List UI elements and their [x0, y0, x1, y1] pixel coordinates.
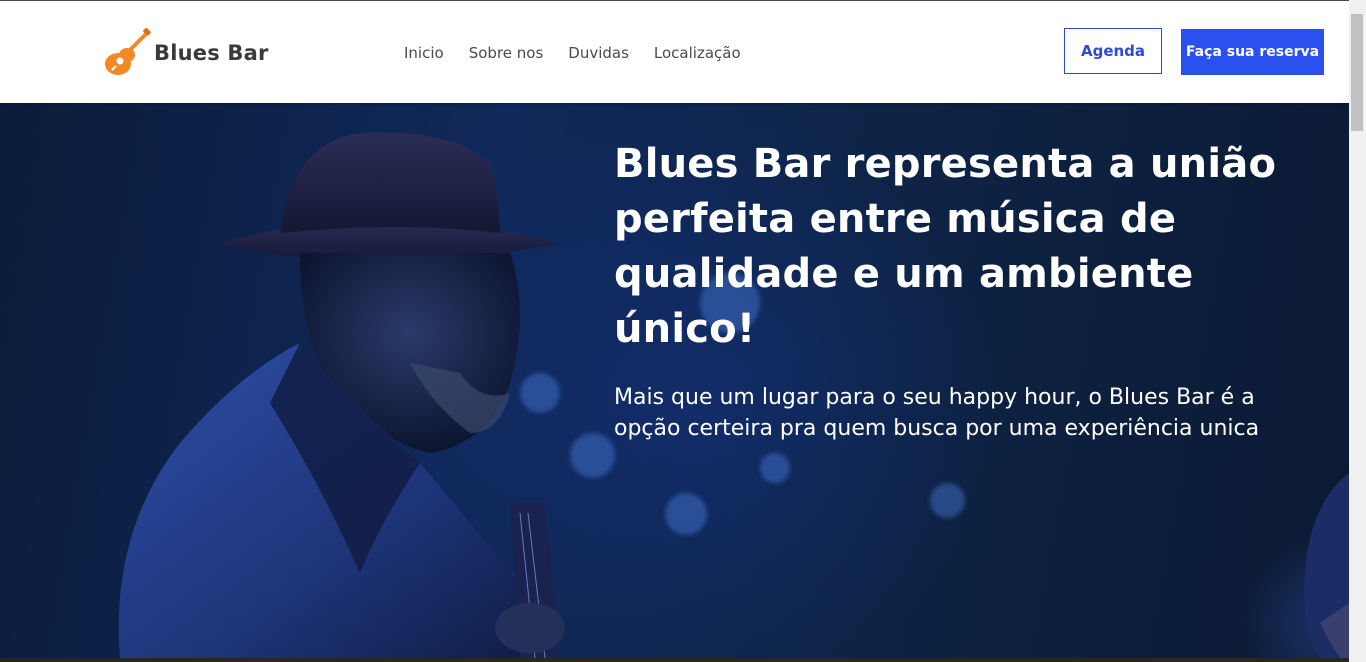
brand-name: Blues Bar: [154, 41, 269, 65]
reserve-button[interactable]: Faça sua reserva: [1181, 29, 1324, 75]
brand-logo-link[interactable]: Blues Bar: [102, 27, 269, 78]
main-nav: Inicio Sobre nos Duvidas Localização: [404, 43, 766, 63]
vertical-scrollbar[interactable]: [1349, 0, 1366, 662]
hero-content: Blues Bar representa a união perfeita en…: [614, 137, 1294, 444]
navbar: Blues Bar Inicio Sobre nos Duvidas Local…: [0, 1, 1349, 103]
guitar-icon: [102, 27, 152, 78]
agenda-button[interactable]: Agenda: [1064, 28, 1162, 74]
nav-link-duvidas[interactable]: Duvidas: [568, 43, 629, 63]
hero-subtitle: Mais que um lugar para o seu happy hour,…: [614, 385, 1260, 441]
next-section-edge: [0, 658, 1349, 662]
nav-link-sobre-nos[interactable]: Sobre nos: [469, 43, 544, 63]
nav-link-inicio[interactable]: Inicio: [404, 43, 444, 63]
hero-section: Blues Bar representa a união perfeita en…: [0, 103, 1349, 658]
scrollbar-thumb[interactable]: [1351, 14, 1363, 131]
nav-link-localizacao[interactable]: Localização: [654, 43, 741, 63]
hero-title: Blues Bar representa a união perfeita en…: [614, 141, 1277, 352]
